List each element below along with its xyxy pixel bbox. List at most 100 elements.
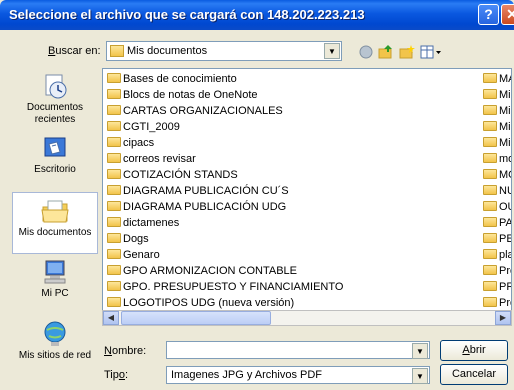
list-item[interactable]: CARTAS ORGANIZACIONALES [107, 105, 283, 119]
folder-icon [107, 137, 121, 147]
file-name-label: Nombre: [104, 345, 147, 357]
view-menu-icon[interactable] [420, 44, 442, 60]
list-item[interactable]: PE [483, 233, 511, 247]
list-item[interactable]: MA [483, 73, 511, 87]
title-bar: Seleccione el archivo que se cargará con… [0, 0, 514, 30]
folder-icon [483, 121, 497, 131]
scroll-left-icon[interactable]: ◀ [103, 311, 119, 325]
place-my-computer[interactable]: Mi PC [12, 254, 98, 316]
folder-icon [483, 105, 497, 115]
file-type-label: Tipo: [104, 369, 129, 381]
folder-icon [107, 297, 121, 307]
folder-icon [483, 281, 497, 291]
scroll-right-icon[interactable]: ▶ [495, 311, 511, 325]
look-in-value: Mis documentos [127, 45, 208, 57]
list-item[interactable]: mo [483, 153, 511, 167]
desktop-icon [44, 137, 66, 157]
folder-icon [483, 137, 497, 147]
place-label: Mis sitios de red [18, 350, 92, 361]
window-title: Seleccione el archivo que se cargará con… [9, 7, 365, 22]
cancel-button[interactable]: Cancelar [440, 364, 508, 385]
up-folder-icon[interactable] [378, 44, 394, 60]
folder-icon [483, 233, 497, 243]
folder-icon [107, 73, 121, 83]
list-item[interactable]: Bases de conocimiento [107, 73, 237, 87]
file-type-value: Imagenes JPG y Archivos PDF [171, 369, 322, 381]
network-places-icon [44, 321, 66, 346]
folder-icon [107, 201, 121, 211]
place-desktop[interactable]: Escritorio [12, 130, 98, 192]
look-in-label: Buscar en: [48, 45, 101, 57]
list-item[interactable]: CGTI_2009 [107, 121, 180, 135]
list-item[interactable]: pla [483, 249, 511, 263]
file-list[interactable]: Bases de conocimiento Blocs de notas de … [102, 68, 512, 324]
list-item[interactable]: COTIZACIÓN STANDS [107, 169, 238, 183]
open-button[interactable]: Abrir [440, 340, 508, 361]
place-label: Escritorio [34, 164, 76, 175]
list-item[interactable]: dictamenes [107, 217, 179, 231]
my-documents-icon [41, 200, 69, 223]
recent-documents-icon [45, 74, 67, 99]
scroll-thumb[interactable] [121, 311, 271, 325]
look-in-combo[interactable]: Mis documentos ▼ [106, 41, 342, 61]
list-item[interactable]: cipacs [107, 137, 154, 151]
list-item[interactable]: Pro [483, 265, 511, 279]
folder-icon [107, 265, 121, 275]
folder-icon [483, 297, 497, 307]
folder-icon [483, 265, 497, 275]
folder-icon [107, 105, 121, 115]
chevron-down-icon[interactable]: ▼ [324, 43, 340, 59]
list-item[interactable]: Mi [483, 89, 511, 103]
list-item[interactable]: Blocs de notas de OneNote [107, 89, 258, 103]
places-bar: Documentos recientes Escritorio Mis docu… [12, 68, 98, 380]
folder-icon [483, 169, 497, 179]
place-recent-documents[interactable]: Documentos recientes [12, 68, 98, 130]
list-item[interactable]: Dogs [107, 233, 149, 247]
folder-icon [483, 249, 497, 259]
list-item[interactable]: Genaro [107, 249, 160, 263]
close-button[interactable]: ✕ [501, 4, 514, 25]
list-item[interactable]: Pro [483, 297, 511, 311]
list-item[interactable]: correos revisar [107, 153, 196, 167]
folder-icon [483, 185, 497, 195]
place-network[interactable]: Mis sitios de red [12, 316, 98, 378]
list-item[interactable]: Mis [483, 137, 511, 151]
folder-icon [483, 201, 497, 211]
list-item[interactable]: PA [483, 217, 511, 231]
list-item[interactable]: DIAGRAMA PUBLICACIÓN CU´S [107, 185, 289, 199]
folder-icon [107, 233, 121, 243]
list-item[interactable]: LOGOTIPOS UDG (nueva versión) [107, 297, 294, 311]
list-item[interactable]: PR [483, 281, 511, 295]
file-name-input[interactable]: ▼ [166, 341, 430, 359]
place-label: Mi PC [41, 288, 69, 299]
folder-icon [483, 89, 497, 99]
list-item[interactable]: GPO ARMONIZACION CONTABLE [107, 265, 297, 279]
folder-icon [107, 185, 121, 195]
folder-icon [107, 153, 121, 163]
folder-icon [107, 249, 121, 259]
folder-icon [107, 281, 121, 291]
list-item[interactable]: Mis [483, 105, 511, 119]
help-button[interactable]: ? [478, 4, 499, 25]
folder-icon [107, 121, 121, 131]
my-computer-icon [44, 260, 66, 284]
back-icon[interactable] [358, 44, 374, 60]
list-item[interactable]: OU [483, 201, 511, 215]
list-item[interactable]: Mis [483, 121, 511, 135]
new-folder-icon[interactable] [399, 44, 415, 60]
horizontal-scrollbar[interactable]: ◀ ▶ [102, 310, 512, 326]
place-label: Documentos recientes [26, 102, 84, 125]
chevron-down-icon[interactable]: ▼ [412, 343, 428, 359]
folder-icon [110, 45, 124, 57]
folder-icon [483, 153, 497, 163]
folder-icon [107, 169, 121, 179]
list-item[interactable]: GPO. PRESUPUESTO Y FINANCIAMIENTO [107, 281, 343, 295]
chevron-down-icon[interactable]: ▼ [412, 368, 428, 384]
list-item[interactable]: NU [483, 185, 511, 199]
place-my-documents[interactable]: Mis documentos [12, 192, 98, 254]
file-type-select[interactable]: Imagenes JPG y Archivos PDF ▼ [166, 366, 430, 384]
list-item[interactable]: DIAGRAMA PUBLICACIÓN UDG [107, 201, 286, 215]
place-label: Mis documentos [18, 227, 92, 238]
folder-icon [483, 217, 497, 227]
list-item[interactable]: MÓ [483, 169, 511, 183]
